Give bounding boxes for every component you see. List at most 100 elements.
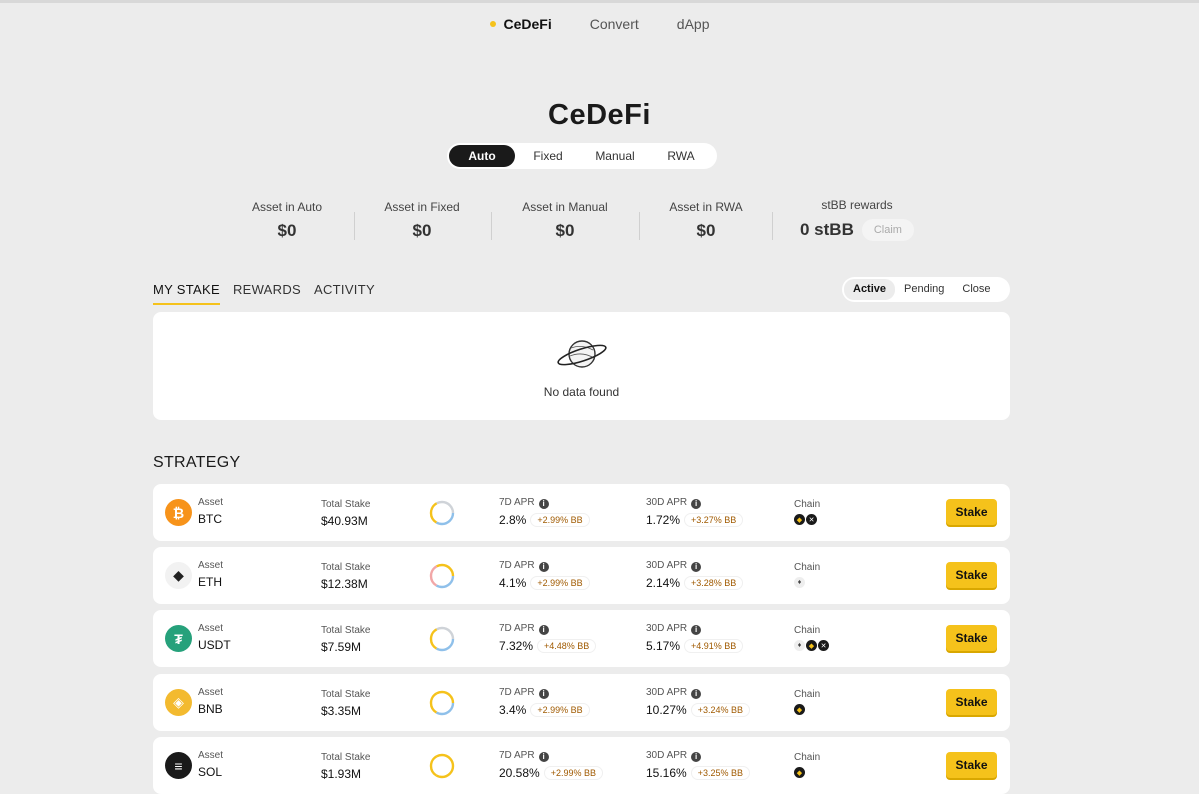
bb-bonus-badge: +2.99% BB (530, 576, 590, 590)
apr-7d-col: 7D APR i 4.1% +2.99% BB (499, 560, 590, 590)
eth-icon: eth-icon♦ (794, 577, 805, 588)
stake-button[interactable]: Stake (946, 499, 997, 525)
asset-col: Asset BTC (198, 497, 224, 526)
tab-rwa[interactable]: RWA (649, 145, 713, 167)
apr-30d-col: 30D APR i 5.17% +4.91% BB (646, 623, 744, 653)
info-icon[interactable]: i (538, 562, 549, 572)
bb-bonus-badge: +3.28% BB (684, 576, 744, 590)
info-icon[interactable]: i (538, 625, 549, 635)
filter-close[interactable]: Close (953, 279, 999, 300)
eth-icon: eth-icon♦ (794, 640, 805, 651)
stake-button[interactable]: Stake (946, 689, 997, 715)
total-stake-col: Total Stake $7.59M (321, 625, 371, 654)
apr-7d-col: 7D APR i 2.8% +2.99% BB (499, 497, 590, 527)
tab-activity[interactable]: ACTIVITY (314, 282, 375, 305)
strategy-row: ◈ Asset BNB Total Stake $3.35M 7D APR i 3… (153, 674, 1010, 731)
stat-rwa: Asset in RWA $0 (669, 200, 743, 240)
chain-icons: eth-icon♦bnb-icon◆x-icon✕ (794, 640, 829, 651)
asset-stats: Asset in Auto $0 Asset in Fixed $0 Asset… (0, 198, 1199, 250)
info-icon[interactable]: i (691, 625, 702, 635)
info-icon[interactable]: i (538, 689, 549, 699)
tab-auto[interactable]: Auto (449, 145, 515, 167)
claim-button[interactable]: Claim (861, 219, 914, 241)
stake-button[interactable]: Stake (946, 752, 997, 778)
bb-bonus-badge: +2.99% BB (530, 703, 590, 717)
stake-tabs: MY STAKE REWARDS ACTIVITY (153, 282, 375, 305)
chain-icons: eth-icon♦ (794, 577, 820, 588)
nav-convert[interactable]: Convert (590, 16, 639, 32)
chain-col: Chain bnb-icon◆x-icon✕ (794, 499, 821, 525)
allocation-ring (429, 563, 455, 589)
strategy-title: STRATEGY (153, 454, 241, 471)
tab-rewards[interactable]: REWARDS (233, 282, 301, 305)
x-icon: x-icon✕ (806, 514, 817, 525)
total-stake-col: Total Stake $3.35M (321, 689, 371, 718)
chain-col: Chain eth-icon♦ (794, 562, 821, 588)
total-stake-col: Total Stake $40.93M (321, 499, 371, 528)
info-icon[interactable]: i (691, 562, 702, 572)
rewards-value: 0 stBB (800, 220, 854, 239)
chain-col: Chain bnb-icon◆ (794, 752, 821, 778)
stat-fixed: Asset in Fixed $0 (384, 200, 460, 240)
status-filter: Active Pending Close (842, 277, 1010, 302)
strategy-row: ≡ Asset SOL Total Stake $1.93M 7D APR i 2… (153, 737, 1010, 794)
stat-divider (354, 212, 355, 240)
total-stake-col: Total Stake $1.93M (321, 752, 371, 781)
chain-icons: bnb-icon◆ (794, 767, 820, 778)
info-icon[interactable]: i (691, 499, 702, 509)
allocation-ring (429, 690, 455, 716)
sol-coin-icon: ≡ (165, 752, 192, 779)
stat-divider (491, 212, 492, 240)
total-stake-col: Total Stake $12.38M (321, 562, 371, 591)
stat-rewards: stBB rewards 0 stBB Claim (792, 198, 922, 241)
mode-segment: Auto Fixed Manual RWA (447, 143, 717, 169)
bnb-icon: bnb-icon◆ (794, 704, 805, 715)
allocation-ring (429, 753, 455, 779)
apr-30d-col: 30D APR i 10.27% +3.24% BB (646, 687, 750, 717)
stake-button[interactable]: Stake (946, 625, 997, 651)
bb-bonus-badge: +3.25% BB (690, 766, 750, 780)
info-icon[interactable]: i (538, 752, 549, 762)
filter-pending[interactable]: Pending (895, 279, 953, 300)
apr-30d-col: 30D APR i 2.14% +3.28% BB (646, 560, 744, 590)
bnb-icon: bnb-icon◆ (806, 640, 817, 651)
info-icon[interactable]: i (691, 689, 702, 699)
apr-30d-col: 30D APR i 15.16% +3.25% BB (646, 750, 750, 780)
bnb-coin-icon: ◈ (165, 689, 192, 716)
stake-empty-card: No data found (153, 312, 1010, 420)
tab-my-stake[interactable]: MY STAKE (153, 282, 220, 305)
bb-bonus-badge: +4.91% BB (684, 639, 744, 653)
info-icon[interactable]: i (538, 499, 549, 509)
page-title: CeDeFi (548, 99, 651, 131)
allocation-ring (429, 500, 455, 526)
bb-bonus-badge: +3.24% BB (690, 703, 750, 717)
chain-icons: bnb-icon◆ (794, 704, 820, 715)
top-nav: CeDeFi Convert dApp (0, 16, 1199, 32)
asset-col: Asset ETH (198, 560, 224, 589)
bb-bonus-badge: +2.99% BB (543, 766, 603, 780)
asset-col: Asset BNB (198, 687, 224, 716)
chain-col: Chain bnb-icon◆ (794, 689, 821, 715)
apr-7d-col: 7D APR i 20.58% +2.99% BB (499, 750, 603, 780)
filter-active[interactable]: Active (844, 279, 896, 300)
eth-coin-icon: ◆ (165, 562, 192, 589)
nav-dapp[interactable]: dApp (677, 16, 710, 32)
bb-bonus-badge: +2.99% BB (530, 513, 590, 527)
planet-icon (557, 340, 607, 368)
allocation-ring (429, 626, 455, 652)
tab-fixed[interactable]: Fixed (515, 145, 581, 167)
chain-col: Chain eth-icon♦bnb-icon◆x-icon✕ (794, 625, 829, 651)
info-icon[interactable]: i (691, 752, 702, 762)
bb-bonus-badge: +4.48% BB (537, 639, 597, 653)
stake-button[interactable]: Stake (946, 562, 997, 588)
x-icon: x-icon✕ (818, 640, 829, 651)
tab-manual[interactable]: Manual (581, 145, 649, 167)
usdt-coin-icon: ₮ (165, 625, 192, 652)
apr-7d-col: 7D APR i 7.32% +4.48% BB (499, 623, 597, 653)
nav-cedefi[interactable]: CeDeFi (489, 16, 552, 32)
asset-col: Asset SOL (198, 750, 224, 779)
asset-col: Asset USDT (198, 623, 231, 652)
stat-auto: Asset in Auto $0 (251, 200, 323, 240)
strategy-row: ◆ Asset ETH Total Stake $12.38M 7D APR i … (153, 547, 1010, 604)
top-border (0, 0, 1199, 3)
